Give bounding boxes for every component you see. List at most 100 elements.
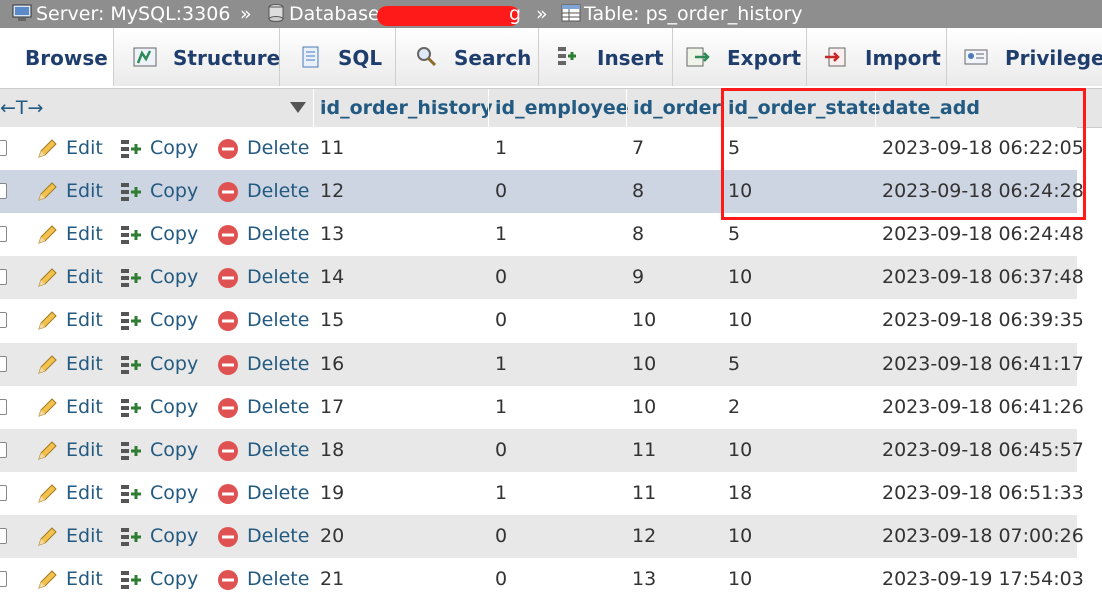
export-icon [686, 47, 710, 67]
row-checkbox[interactable] [0, 355, 7, 372]
delete-link[interactable]: Delete [247, 558, 309, 601]
cell-id-order: 13 [632, 568, 657, 590]
column-header-id-employee[interactable]: id_employee [488, 89, 629, 127]
edit-link[interactable]: Edit [66, 515, 103, 558]
copy-link[interactable]: Copy [150, 299, 198, 342]
table-row[interactable]: Edit Copy Delete 18 0 11 10 2023-09-18 06:45:57 [0, 428, 1084, 472]
copy-link[interactable]: Copy [150, 515, 198, 558]
edit-link[interactable]: Edit [66, 429, 103, 472]
column-header-id-order[interactable]: id_order [626, 89, 721, 127]
row-checkbox[interactable] [0, 441, 7, 458]
edit-link[interactable]: Edit [66, 256, 103, 299]
sort-dropdown-arrow-icon[interactable] [290, 102, 306, 113]
cell-id-order-history: 16 [320, 352, 345, 375]
column-header-id-order-history[interactable]: id_order_history [313, 89, 493, 127]
cell-id-employee: 0 [495, 568, 508, 590]
cell-id-order-history: 21 [320, 568, 345, 590]
cell-id-order-state: 2 [728, 395, 741, 418]
edit-link[interactable]: Edit [66, 299, 103, 342]
row-checkbox[interactable] [0, 571, 7, 587]
tab-import[interactable]: Import [807, 28, 947, 86]
tab-search[interactable]: Search [396, 28, 539, 86]
edit-link[interactable]: Edit [66, 558, 103, 601]
row-checkbox[interactable] [0, 527, 7, 544]
delete-link[interactable]: Delete [247, 256, 309, 299]
cell-id-order-history: 12 [320, 180, 345, 203]
edit-link[interactable]: Edit [66, 386, 103, 429]
delete-link[interactable]: Delete [247, 213, 309, 256]
row-checkbox[interactable] [0, 484, 7, 501]
insert-icon [558, 47, 576, 65]
tab-label: Browse [25, 46, 108, 70]
edit-link[interactable]: Edit [66, 343, 103, 386]
cell-id-employee: 0 [495, 309, 508, 332]
cell-id-order: 9 [632, 266, 645, 289]
copy-link[interactable]: Copy [150, 472, 198, 515]
redaction-mark [377, 6, 520, 26]
table-row[interactable]: Edit Copy Delete 17 1 10 2 2023-09-18 06:41:26 [0, 385, 1084, 429]
delete-icon [218, 225, 238, 246]
cell-date-add: 2023-09-18 06:41:26 [882, 395, 1084, 418]
delete-link[interactable]: Delete [247, 429, 309, 472]
tab-browse[interactable]: Browse [0, 28, 114, 86]
table-row[interactable]: Edit Copy Delete 20 0 12 10 2023-09-18 07:00:26 [0, 514, 1084, 558]
cell-id-order-state: 5 [728, 352, 741, 375]
cell-id-employee: 0 [495, 524, 508, 547]
edit-link[interactable]: Edit [66, 213, 103, 256]
table-row[interactable]: Edit Copy Delete 16 1 10 5 2023-09-18 06:41:17 [0, 342, 1084, 386]
edit-link[interactable]: Edit [66, 170, 103, 213]
row-checkbox[interactable] [0, 398, 7, 415]
breadcrumb-separator: » [240, 3, 252, 25]
table-row[interactable]: Edit Copy Delete 15 0 10 10 2023-09-18 06:39:35 [0, 299, 1084, 343]
copy-icon [121, 527, 141, 546]
delete-link[interactable]: Delete [247, 472, 309, 515]
cell-id-employee: 0 [495, 180, 508, 203]
cell-id-order: 7 [632, 137, 645, 159]
copy-link[interactable]: Copy [150, 558, 198, 601]
cell-id-employee: 0 [495, 438, 508, 461]
cell-id-order-history: 11 [320, 137, 345, 159]
breadcrumb-table[interactable]: Table: ps_order_history [584, 0, 803, 28]
search-icon [417, 47, 437, 67]
tab-label: Privileges [1005, 46, 1102, 70]
row-checkbox[interactable] [0, 269, 7, 286]
copy-icon [121, 226, 141, 245]
row-checkbox[interactable] [0, 140, 7, 156]
tab-structure[interactable]: Structure [114, 28, 280, 86]
tab-privileges[interactable]: Privileges [947, 28, 1102, 86]
sql-icon [302, 46, 319, 68]
delete-link[interactable]: Delete [247, 386, 309, 429]
delete-link[interactable]: Delete [247, 343, 309, 386]
cell-date-add: 2023-09-18 07:00:26 [882, 524, 1084, 547]
tab-export[interactable]: Export [673, 28, 807, 86]
delete-link[interactable]: Delete [247, 170, 309, 213]
tab-sql[interactable]: SQL [280, 28, 396, 86]
expand-columns-arrows[interactable]: ←T→ [0, 89, 74, 127]
tab-insert[interactable]: Insert [539, 28, 673, 86]
copy-link[interactable]: Copy [150, 213, 198, 256]
breadcrumb: Server: MySQL:3306 » Database: ps g » Ta… [0, 0, 1102, 28]
copy-link[interactable]: Copy [150, 343, 198, 386]
edit-pencil-icon [38, 440, 57, 460]
table-row[interactable]: Edit Copy Delete 21 0 13 10 2023-09-19 17:54:03 [0, 558, 1084, 601]
copy-link[interactable]: Copy [150, 127, 198, 170]
edit-link[interactable]: Edit [66, 472, 103, 515]
row-checkbox[interactable] [0, 183, 7, 200]
cell-id-order: 12 [632, 524, 657, 547]
delete-link[interactable]: Delete [247, 299, 309, 342]
row-checkbox[interactable] [0, 226, 7, 243]
edit-pencil-icon [38, 527, 57, 546]
breadcrumb-server[interactable]: Server: MySQL:3306 [36, 0, 230, 28]
table-row[interactable]: Edit Copy Delete 14 0 9 10 2023-09-18 06:37:48 [0, 256, 1084, 300]
copy-link[interactable]: Copy [150, 170, 198, 213]
tab-label: SQL [338, 46, 383, 70]
copy-link[interactable]: Copy [150, 386, 198, 429]
table-row[interactable]: Edit Copy Delete 19 1 11 18 2023-09-18 06:51:33 [0, 471, 1084, 515]
cell-id-employee: 1 [495, 137, 508, 159]
row-checkbox[interactable] [0, 312, 7, 329]
edit-link[interactable]: Edit [66, 127, 103, 170]
copy-link[interactable]: Copy [150, 256, 198, 299]
delete-link[interactable]: Delete [247, 515, 309, 558]
copy-link[interactable]: Copy [150, 429, 198, 472]
delete-link[interactable]: Delete [247, 127, 309, 170]
